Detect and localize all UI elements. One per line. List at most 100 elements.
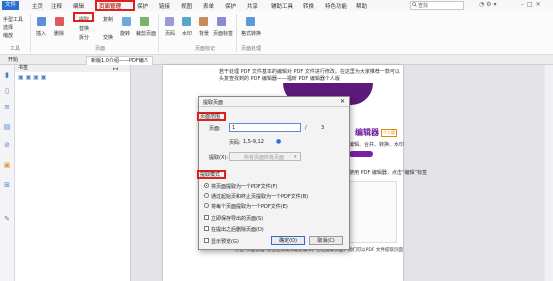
- insert-button[interactable]: 插入: [36, 30, 46, 37]
- bell-icon[interactable]: ◔: [479, 1, 484, 8]
- menu-accessibility[interactable]: 辅助工具: [271, 2, 293, 10]
- format-convert-icon: [246, 17, 255, 26]
- layers-icon[interactable]: ▤: [3, 123, 11, 131]
- comments-icon[interactable]: ≡: [3, 103, 11, 111]
- hand-tool-button[interactable]: 手型工具: [3, 16, 23, 23]
- pages-icon[interactable]: ▯: [3, 87, 11, 95]
- menu-form[interactable]: 表单: [203, 2, 214, 10]
- insert-icon: [37, 17, 46, 26]
- menu-file[interactable]: 文件: [2, 1, 20, 10]
- vertical-scrollbar[interactable]: [545, 65, 553, 281]
- menu-home[interactable]: 主页: [32, 2, 43, 10]
- dialog-close-icon[interactable]: ✕: [340, 98, 345, 105]
- page-text-line: 头复查找到的 PDF 编辑器——福昕 PDF 编辑器个人版: [219, 76, 340, 82]
- highlight-box-page-manage: [95, 0, 135, 11]
- edition-badge: 个人版: [381, 129, 397, 137]
- signature-icon[interactable]: ⊞: [3, 181, 11, 189]
- rotate-button[interactable]: 旋转: [120, 30, 130, 37]
- search-panel-icon[interactable]: ✎: [3, 215, 11, 223]
- crop-pages-button[interactable]: 裁剪页面: [136, 30, 156, 37]
- info-icon[interactable]: ●: [276, 138, 281, 145]
- instruction-line: 使用 PDF 编辑器，点击“编辑”标签: [349, 170, 428, 176]
- menu-view[interactable]: 视图: [181, 2, 192, 10]
- extract-select[interactable]: 所有页面所有页面 ▾: [229, 152, 301, 161]
- bookmark-tools-icon[interactable]: ▣ ▣ ▣ ▣: [18, 74, 46, 81]
- crop-icon: [140, 17, 149, 26]
- group-label-page-handle: 页面处理: [241, 46, 262, 52]
- pages-label: 页面:: [209, 126, 221, 132]
- page-total: 3: [321, 125, 325, 131]
- checkbox-label-delete-after: 在提出之后删除页面(D): [211, 227, 264, 233]
- page-number-value: 1: [232, 125, 236, 131]
- tab-start[interactable]: 开始: [4, 56, 22, 64]
- ribbon-divider: [158, 14, 159, 52]
- menu-comment[interactable]: 注释: [51, 2, 62, 10]
- panel-collapse-icon[interactable]: ▸◂: [113, 66, 118, 72]
- radio-label-each-page: 将每个页面提取为一个PDF文件(E): [211, 204, 288, 210]
- range-example: 1,5-9,12: [243, 139, 264, 145]
- close-icon[interactable]: ✕: [536, 1, 544, 8]
- page-separator: /: [305, 125, 307, 131]
- checkbox-save-now[interactable]: [204, 215, 209, 220]
- ok-button[interactable]: 确定(O): [271, 236, 305, 245]
- highlight-box-extract: [73, 12, 94, 22]
- download-button: [349, 151, 373, 157]
- cancel-button[interactable]: 取消(C): [309, 236, 343, 245]
- watermark-button[interactable]: 水印: [182, 30, 192, 37]
- page-number-input[interactable]: 1: [229, 123, 301, 132]
- checkbox-delete-after[interactable]: [204, 226, 209, 231]
- menu-link[interactable]: 链接: [159, 2, 170, 10]
- zoom-tool-button[interactable]: 缩放: [3, 32, 13, 39]
- range-label: 页码:: [229, 140, 241, 146]
- radio-single-file[interactable]: [204, 183, 209, 188]
- page-label-button[interactable]: 页面标签: [213, 30, 233, 37]
- rotate-icon: [122, 17, 131, 26]
- replace-button[interactable]: 替换: [79, 25, 89, 32]
- menu-protect[interactable]: 保护: [137, 2, 148, 10]
- maximize-icon[interactable]: □: [527, 1, 536, 8]
- document-tab-bar: 开始 新版1.0介绍——PDF编... ✕: [0, 55, 553, 65]
- swap-button[interactable]: 交换: [103, 34, 113, 41]
- help-icons[interactable]: ◔ ⚙ ▾: [479, 1, 497, 8]
- menu-share[interactable]: 共享: [247, 2, 258, 10]
- tab-close-icon[interactable]: ✕: [140, 56, 152, 64]
- checkbox-label-save-now: 立即保存导出的页面(S): [211, 216, 264, 222]
- feature-line: 编辑、合并、转换、水印: [349, 142, 405, 148]
- section-extract-mode: 提取模式: [200, 172, 221, 178]
- attachment-icon[interactable]: ⊘: [3, 141, 11, 149]
- watermark-icon: [182, 17, 191, 26]
- select-tool-button[interactable]: 选择: [3, 24, 13, 31]
- copy-button[interactable]: 复制: [103, 16, 113, 23]
- dialog-title: 提取页面: [203, 100, 224, 106]
- search-placeholder: 查找: [418, 3, 429, 9]
- settings-icon[interactable]: ⚙: [486, 1, 491, 8]
- menu-convert[interactable]: 转换: [303, 2, 314, 10]
- format-convert-button[interactable]: 格式转换: [241, 30, 261, 37]
- background-icon: [199, 17, 208, 26]
- section-page-range: 页面范围: [200, 114, 221, 120]
- group-label-page-mark: 页面标记: [195, 46, 216, 52]
- radio-range-file[interactable]: [204, 193, 209, 198]
- title-divider: [199, 106, 349, 107]
- search-input[interactable]: 查找: [410, 1, 464, 10]
- radio-label-range-file: 通过起始页和终止页提取为一个PDF文件(B): [211, 194, 309, 200]
- delete-button[interactable]: 删除: [54, 30, 64, 37]
- user-icon[interactable]: ▾: [493, 1, 496, 8]
- lock-icon[interactable]: ▣: [3, 161, 11, 169]
- bookmark-icon[interactable]: ▮: [3, 71, 11, 79]
- ribbon-divider: [236, 14, 237, 52]
- menu-help[interactable]: 帮助: [356, 2, 367, 10]
- split-button[interactable]: 拆分: [79, 34, 89, 41]
- radio-each-page[interactable]: [204, 203, 209, 208]
- extract-pages-dialog: 提取页面 ✕ 页面范围 页面: 1 / 3 页码: 1,5-9,12 ● 提取(…: [197, 96, 350, 250]
- background-button[interactable]: 背景: [199, 30, 209, 37]
- delete-icon: [55, 17, 64, 26]
- page-number-button[interactable]: 页码: [165, 30, 175, 37]
- menu-features[interactable]: 特色功能: [325, 2, 347, 10]
- menu-edit[interactable]: 编辑: [73, 2, 84, 10]
- group-label-pages: 页面: [95, 46, 106, 52]
- checkbox-preview[interactable]: [204, 238, 209, 243]
- menu-protect-2[interactable]: 保护: [225, 2, 236, 10]
- window-controls[interactable]: –□✕: [521, 1, 544, 8]
- left-sidebar-rail: ▮ ▯ ≡ ▤ ⊘ ▣ ⊞ ✎: [0, 65, 15, 281]
